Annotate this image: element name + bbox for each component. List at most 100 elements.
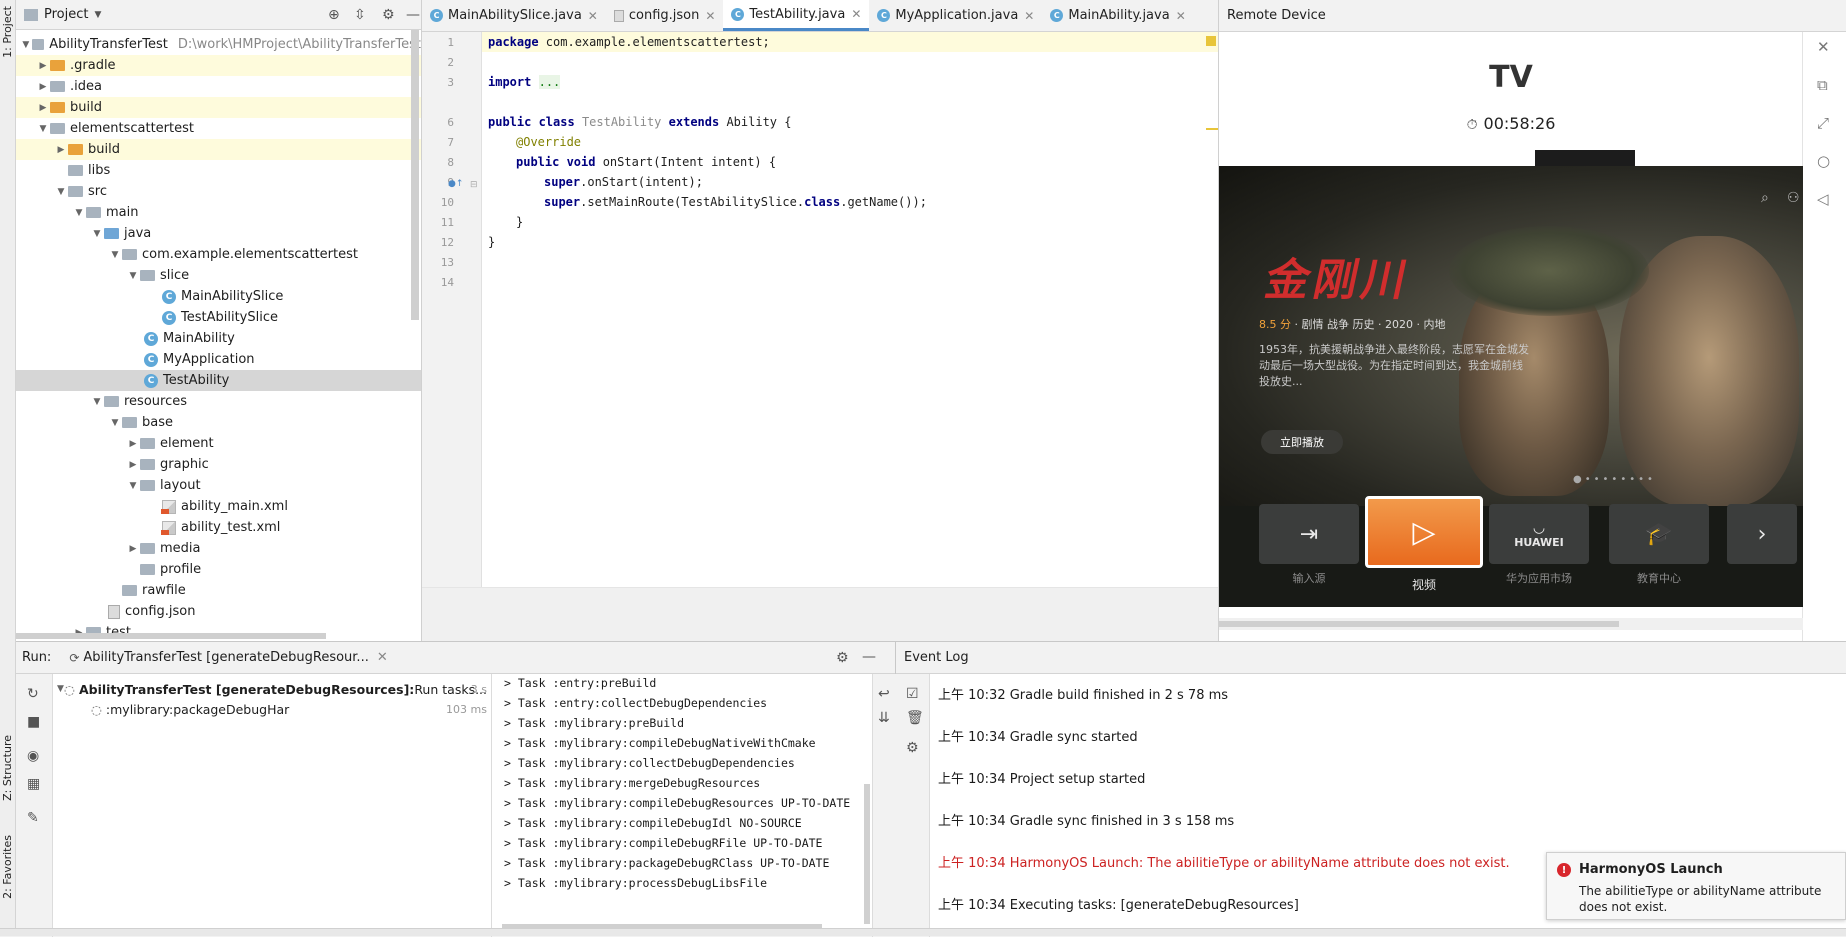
tree-item-element[interactable]: ▶ element (16, 433, 421, 454)
expanded-arrow-icon[interactable]: ▼ (36, 124, 50, 134)
tree-item-main[interactable]: ▼ main (16, 202, 421, 223)
collapsed-arrow-icon[interactable]: ▶ (36, 82, 50, 92)
stop-icon[interactable]: ■ (27, 714, 40, 730)
expanded-arrow-icon[interactable]: ▼ (108, 418, 122, 428)
collapsed-arrow-icon[interactable]: ▶ (36, 103, 50, 113)
tv-screen[interactable]: 金刚川 8.5 分 · 剧情 战争 历史 · 2020 · 内地 1953年，抗… (1219, 166, 1803, 607)
collapse-all-icon[interactable]: ⇳ (354, 7, 366, 23)
eye-icon[interactable]: ◉ (27, 748, 39, 764)
tree-item-rawfile[interactable]: rawfile (16, 580, 421, 601)
gear-icon[interactable]: ⚙ (382, 7, 395, 23)
tree-item-elementscattertest[interactable]: ▼ elementscattertest (16, 118, 421, 139)
tile-more[interactable]: › (1727, 504, 1797, 564)
expanded-arrow-icon[interactable]: ▼ (90, 397, 104, 407)
tree-item-gradle[interactable]: ▶ .gradle (16, 55, 421, 76)
code-editor[interactable]: 1 2 3 6 7 8 9 10 11 12 13 14 ●↑ ⊟ packag… (422, 32, 1218, 587)
tree-item-java[interactable]: ▼ java (16, 223, 421, 244)
favorites-tool-tab[interactable]: 2: Favorites (1, 835, 14, 899)
device-hscrollbar[interactable] (1219, 618, 1803, 630)
scrollbar-thumb[interactable] (1219, 621, 1619, 627)
tree-item-ability-main-xml[interactable]: ability_main.xml (16, 496, 421, 517)
window-icon[interactable]: ⧉ (1817, 76, 1828, 94)
home-icon[interactable]: ○ (1817, 152, 1830, 170)
scroll-to-end-icon[interactable]: ⇊ (878, 710, 890, 726)
movie-banner[interactable]: 金刚川 8.5 分 · 剧情 战争 历史 · 2020 · 内地 1953年，抗… (1219, 166, 1803, 506)
locate-icon[interactable]: ⊕ (328, 7, 340, 23)
gear-icon[interactable]: ⚙ (836, 650, 849, 666)
expanded-arrow-icon[interactable]: ▼ (108, 250, 122, 260)
search-icon[interactable]: ⌕ (1761, 190, 1769, 206)
tile-video[interactable]: ▷ (1365, 496, 1483, 568)
tree-item-mainabilityslice[interactable]: C MainAbilitySlice (16, 286, 421, 307)
back-icon[interactable]: ◁ (1817, 190, 1829, 208)
tree-item-slice[interactable]: ▼ slice (16, 265, 421, 286)
gear-icon[interactable]: ⚙ (906, 740, 919, 756)
collapsed-arrow-icon[interactable]: ▶ (126, 544, 140, 554)
project-hscrollbar[interactable] (16, 633, 326, 639)
close-icon[interactable]: ✕ (377, 650, 388, 665)
structure-tool-tab[interactable]: Z: Structure (1, 735, 14, 801)
tab-config-json[interactable]: config.json ✕ (606, 0, 724, 31)
close-icon[interactable]: ✕ (1024, 9, 1034, 23)
tab-mainabilityslice[interactable]: C MainAbilitySlice.java ✕ (422, 0, 606, 31)
rerun-icon[interactable]: ↻ (27, 686, 39, 702)
folded-imports[interactable]: ... (538, 75, 561, 89)
run-tab[interactable]: AbilityTransferTest [generateDebugResour… (83, 650, 368, 665)
tree-item-base[interactable]: ▼ base (16, 412, 421, 433)
tree-item-ability-test-xml[interactable]: ability_test.xml (16, 517, 421, 538)
mark-read-icon[interactable]: ☑ (906, 686, 919, 702)
expanded-arrow-icon[interactable]: ▼ (126, 481, 140, 491)
collapsed-arrow-icon[interactable]: ▶ (54, 145, 68, 155)
tree-item-idea[interactable]: ▶ .idea (16, 76, 421, 97)
close-icon[interactable]: ✕ (851, 7, 861, 21)
override-marker-icon[interactable]: ●↑ (448, 179, 463, 189)
tree-item-graphic[interactable]: ▶ graphic (16, 454, 421, 475)
tree-item-testabilityslice[interactable]: C TestAbilitySlice (16, 307, 421, 328)
carousel-dots[interactable]: ●•••••••• (1573, 474, 1656, 485)
collapsed-arrow-icon[interactable]: ▶ (126, 439, 140, 449)
fold-marker-icon[interactable]: ⊟ (470, 180, 478, 190)
run-console[interactable]: > Task :entry:preBuild > Task :entry:col… (492, 674, 872, 937)
run-task-child[interactable]: ◌ :mylibrary:packageDebugHar 103 ms (91, 700, 487, 718)
tab-testability[interactable]: C TestAbility.java ✕ (723, 0, 870, 31)
pin-icon[interactable]: ✎ (27, 810, 39, 826)
console-vscrollbar[interactable] (864, 784, 870, 924)
expanded-arrow-icon[interactable]: ▼ (90, 229, 104, 239)
tree-item-libs[interactable]: libs (16, 160, 421, 181)
warning-stripe[interactable] (1206, 128, 1218, 130)
project-tool-tab[interactable]: 1: Project (1, 6, 14, 58)
close-icon[interactable]: ✕ (588, 9, 598, 23)
tree-item-package[interactable]: ▼ com.example.elementscattertest (16, 244, 421, 265)
tab-myapplication[interactable]: C MyApplication.java ✕ (869, 0, 1042, 31)
soft-wrap-icon[interactable]: ↩ (878, 686, 890, 702)
tile-input-source[interactable]: ⇥ (1259, 504, 1359, 564)
trash-icon[interactable]: 🗑 (906, 710, 924, 726)
expanded-arrow-icon[interactable]: ▼ (72, 208, 86, 218)
tile-app-market[interactable]: ◡ HUAWEI (1489, 504, 1589, 564)
tree-item-config-json[interactable]: config.json (16, 601, 421, 622)
tree-item-testability[interactable]: C TestAbility (16, 370, 421, 391)
close-icon[interactable]: ✕ (1176, 9, 1186, 23)
project-scrollbar[interactable] (411, 30, 419, 320)
play-now-button[interactable]: 立即播放 (1261, 430, 1343, 454)
tree-item-resources[interactable]: ▼ resources (16, 391, 421, 412)
project-view-selector[interactable]: Project (44, 7, 88, 22)
tree-item-mainability[interactable]: C MainAbility (16, 328, 421, 349)
tile-education[interactable]: 🎓 (1609, 504, 1709, 564)
expanded-arrow-icon[interactable]: ▼ (20, 40, 32, 50)
tree-item-media[interactable]: ▶ media (16, 538, 421, 559)
chevron-down-icon[interactable]: ▼ (94, 10, 101, 20)
rotate-icon[interactable]: ⤢ (1817, 114, 1829, 132)
expanded-arrow-icon[interactable]: ▼ (57, 684, 64, 694)
tree-item-profile[interactable]: profile (16, 559, 421, 580)
tree-item-module-build[interactable]: ▶ build (16, 139, 421, 160)
tree-item-myapplication[interactable]: C MyApplication (16, 349, 421, 370)
user-icon[interactable]: ⚇ (1787, 190, 1800, 206)
close-icon[interactable]: ✕ (705, 9, 715, 23)
minimize-icon[interactable]: — (406, 7, 420, 23)
expanded-arrow-icon[interactable]: ▼ (54, 187, 68, 197)
tab-mainability[interactable]: C MainAbility.java ✕ (1042, 0, 1193, 31)
close-icon[interactable]: ✕ (1817, 38, 1830, 56)
layout-icon[interactable]: ▦ (27, 776, 40, 792)
collapsed-arrow-icon[interactable]: ▶ (126, 460, 140, 470)
